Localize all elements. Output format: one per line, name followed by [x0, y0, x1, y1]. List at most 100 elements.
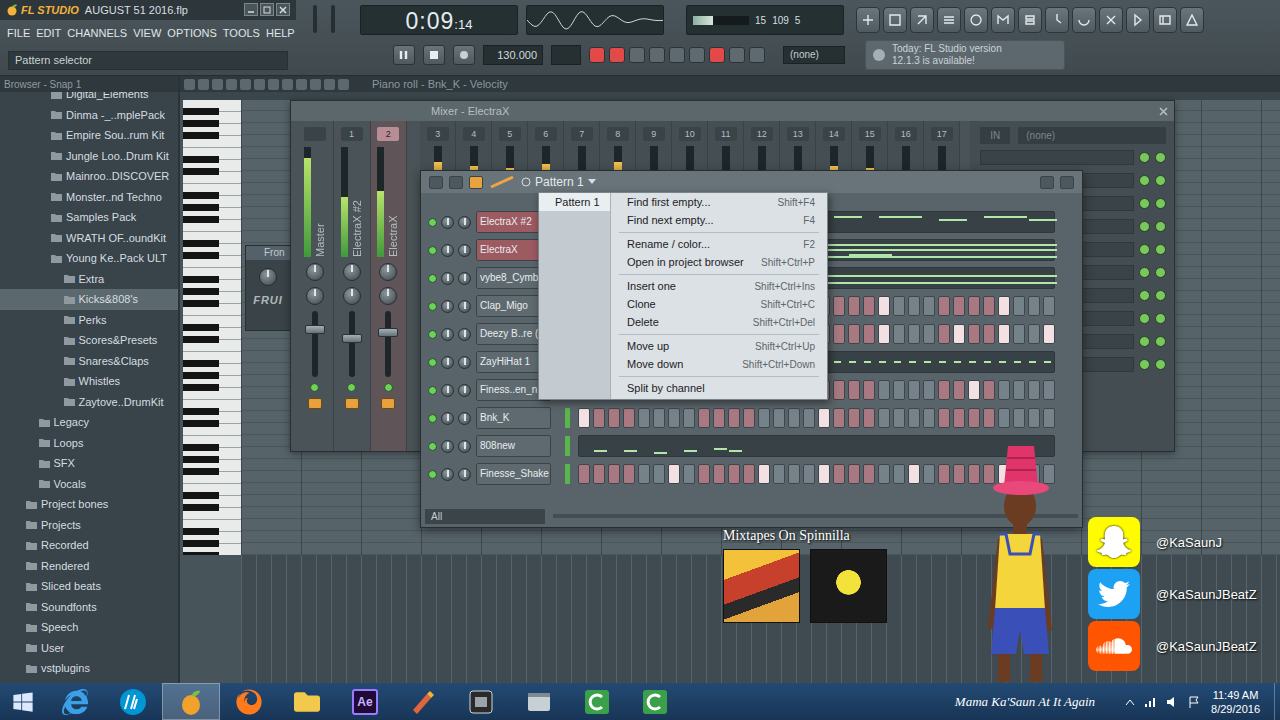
option-button[interactable]	[589, 47, 605, 63]
piano-roll-tool[interactable]	[198, 79, 209, 90]
browser-item[interactable]: Young Ke..Pack ULT	[0, 248, 178, 269]
step-button[interactable]	[998, 380, 1010, 400]
channel-volume-knob[interactable]	[458, 468, 471, 481]
channel-select[interactable]	[565, 436, 570, 456]
taskbar-app[interactable]	[46, 683, 104, 720]
channel-led[interactable]	[428, 358, 437, 367]
channel-pan-knob[interactable]	[441, 300, 454, 313]
social-tile[interactable]	[1088, 517, 1140, 567]
piano-roll-tool[interactable]	[240, 79, 251, 90]
slot-toggle[interactable]	[1139, 152, 1150, 163]
piano-roll-tool[interactable]	[184, 79, 195, 90]
step-button[interactable]	[698, 464, 710, 484]
step-button[interactable]	[758, 408, 770, 428]
option-button[interactable]	[729, 47, 745, 63]
tool-button[interactable]	[991, 7, 1015, 33]
step-button[interactable]	[938, 296, 950, 316]
channel-volume-knob[interactable]	[458, 356, 471, 369]
step-button[interactable]	[788, 408, 800, 428]
option-button[interactable]	[609, 47, 625, 63]
step-button[interactable]	[1043, 380, 1055, 400]
show-desktop-button[interactable]	[1274, 683, 1280, 720]
slot-mix[interactable]	[1155, 359, 1166, 370]
step-button[interactable]	[968, 464, 980, 484]
slot-mix[interactable]	[1155, 152, 1166, 163]
menu-item[interactable]: Find first empty...Shift+F4	[611, 193, 827, 211]
channel-filter[interactable]: All	[425, 509, 545, 524]
step-button[interactable]	[863, 324, 875, 344]
step-button[interactable]	[1028, 380, 1040, 400]
step-button[interactable]	[803, 408, 815, 428]
menu-item[interactable]: TOOLS	[222, 25, 261, 41]
channel-led[interactable]	[428, 218, 437, 227]
step-button[interactable]	[1013, 408, 1025, 428]
step-button[interactable]	[818, 408, 830, 428]
slot-mix[interactable]	[1155, 267, 1166, 278]
channel-pan-knob[interactable]	[441, 384, 454, 397]
browser-item[interactable]: Legacy	[0, 412, 178, 433]
social-tile[interactable]	[1088, 569, 1140, 619]
tempo-field[interactable]: 130.000	[483, 45, 543, 65]
step-button[interactable]	[788, 464, 800, 484]
step-button[interactable]	[773, 464, 785, 484]
fx-button[interactable]	[381, 398, 395, 409]
step-button[interactable]	[923, 324, 935, 344]
slot-toggle[interactable]	[1139, 175, 1150, 186]
step-button[interactable]	[833, 380, 845, 400]
rack-close-button[interactable]	[1060, 176, 1074, 189]
social-tile[interactable]	[1088, 621, 1140, 671]
step-button[interactable]	[1043, 464, 1055, 484]
step-button[interactable]	[833, 408, 845, 428]
step-button[interactable]	[803, 464, 815, 484]
step-button[interactable]	[908, 408, 920, 428]
channel-led[interactable]	[428, 414, 437, 423]
fx-button[interactable]	[308, 398, 322, 409]
step-button[interactable]	[578, 408, 590, 428]
step-button[interactable]	[998, 296, 1010, 316]
step-button[interactable]	[983, 324, 995, 344]
browser-item[interactable]: User	[0, 638, 178, 659]
mixer-strip[interactable]: 1ElectraX #2	[334, 121, 371, 451]
step-button[interactable]	[1013, 296, 1025, 316]
step-button[interactable]	[713, 408, 725, 428]
channel-pan-knob[interactable]	[441, 216, 454, 229]
mixer-strip[interactable]: Master	[297, 121, 334, 451]
step-button[interactable]	[893, 296, 905, 316]
step-button[interactable]	[893, 408, 905, 428]
step-button[interactable]	[968, 324, 980, 344]
pattern-number[interactable]	[551, 45, 581, 65]
step-button[interactable]	[878, 464, 890, 484]
browser-item[interactable]: Empire Sou..rum Kit	[0, 125, 178, 146]
tool-button[interactable]	[883, 7, 907, 33]
tool-button[interactable]	[1180, 7, 1204, 33]
stereo-knob[interactable]	[343, 287, 361, 305]
tool-button[interactable]	[964, 7, 988, 33]
channel-pan-knob[interactable]	[441, 328, 454, 341]
close-button[interactable]	[276, 3, 290, 16]
browser-item[interactable]: vstplugins	[0, 658, 178, 679]
pattern-title[interactable]: Pattern 1	[521, 175, 596, 189]
step-button[interactable]	[848, 380, 860, 400]
step-button[interactable]	[668, 408, 680, 428]
record-button[interactable]	[453, 45, 475, 65]
fader-handle[interactable]	[342, 334, 362, 343]
mute-led[interactable]	[347, 383, 356, 392]
step-button[interactable]	[653, 464, 665, 484]
step-button[interactable]	[953, 408, 965, 428]
input-route[interactable]: (none)	[1018, 127, 1166, 144]
taskbar-app[interactable]	[162, 683, 220, 720]
step-button[interactable]	[953, 324, 965, 344]
step-button[interactable]	[863, 296, 875, 316]
step-button[interactable]	[683, 408, 695, 428]
menu-item[interactable]: Insert oneShift+Ctrl+Ins	[611, 277, 827, 295]
step-button[interactable]	[923, 464, 935, 484]
option-button[interactable]	[669, 47, 685, 63]
pan-knob[interactable]	[306, 263, 324, 281]
step-button[interactable]	[1043, 324, 1055, 344]
piano-roll-tool[interactable]	[254, 79, 265, 90]
stereo-knob[interactable]	[306, 287, 324, 305]
browser-item[interactable]: Projects	[0, 515, 178, 536]
step-button[interactable]	[908, 296, 920, 316]
step-button[interactable]	[968, 380, 980, 400]
step-button[interactable]	[983, 464, 995, 484]
